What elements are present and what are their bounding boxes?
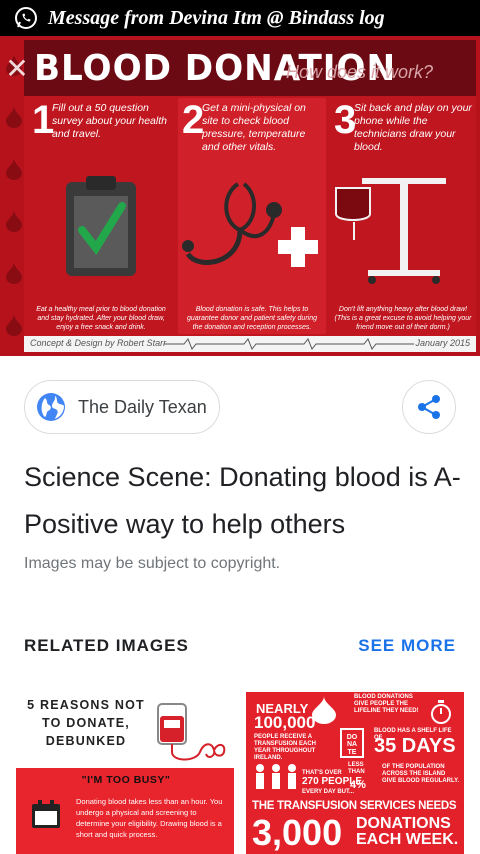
close-icon[interactable]: ✕ (2, 54, 32, 84)
step-2-panel: 2 Get a mini-physical on site to check b… (178, 98, 326, 334)
blood-drop-icon (6, 106, 22, 128)
iv-stand-icon (335, 178, 446, 284)
step-number: 2 (182, 98, 205, 142)
thumb-stat-desc: PEOPLE RECEIVE A TRANSFUSION EACH YEAR T… (254, 734, 317, 761)
calendar-icon (32, 800, 60, 828)
copyright-notice: Images may be subject to copyright. (24, 555, 281, 572)
share-button[interactable] (402, 380, 456, 434)
related-images-heading: RELATED IMAGES (24, 636, 189, 655)
design-date: January 2015 (415, 338, 470, 348)
blood-drop-icon (6, 158, 22, 180)
blood-bag-icon (157, 703, 226, 761)
donate-badge: DO NA TE (340, 728, 364, 758)
step-text: Sit back and play on your phone while th… (354, 102, 472, 153)
thumb-stat-label: EACH WEEK. (356, 831, 459, 848)
infographic-subtitle: How does it work? (286, 62, 434, 82)
heart-drop-icon (312, 696, 336, 724)
stethoscope-icon (182, 182, 318, 267)
thumb-stat-desc: LESS THAN (348, 762, 365, 775)
thumb-stat-desc: OF THE POPULATION ACROSS THE ISLAND GIVE… (382, 764, 460, 784)
source-chip[interactable]: The Daily Texan (24, 380, 220, 434)
step-footer: Don't lift anything heavy after blood dr… (334, 306, 472, 331)
step-number: 3 (334, 98, 357, 142)
thumb-stat-desc: BLOOD DONATIONS GIVE PEOPLE THE LIFELINE… (354, 694, 419, 714)
blood-drop-icon (6, 262, 22, 284)
thumb-stat-label: THE TRANSFUSION SERVICES NEEDS (252, 800, 457, 812)
thumb-stat-value: 3,000 (252, 812, 343, 853)
related-image-thumbnail[interactable]: 5 REASONS NOT TO DONATE, DEBUNKED "I'M T… (16, 684, 234, 854)
source-name: The Daily Texan (78, 396, 207, 417)
clipboard-check-icon (66, 176, 136, 276)
thumb-body: Donating blood takes less than an hour. … (76, 797, 223, 839)
thumb-subtitle: "I'M TOO BUSY" (81, 774, 171, 786)
thumb-stat-value: 100,000 (254, 713, 316, 732)
infographic-title-bar: BLOOD DONATION How does it work? (24, 40, 476, 96)
thumb-red-panel: "I'M TOO BUSY" Donating blood takes less… (16, 768, 234, 854)
infographic: BLOOD DONATION How does it work? 1 Fill … (24, 40, 476, 352)
see-more-link[interactable]: SEE MORE (358, 636, 456, 656)
blood-drop-icon (6, 210, 22, 232)
step-number: 1 (32, 98, 55, 142)
step-text: Fill out a 50 question survey about your… (52, 102, 167, 140)
share-icon (418, 395, 440, 419)
blood-drop-icon (6, 314, 22, 336)
banner-message: Message from Devina Itm @ Bindass log (48, 6, 385, 29)
main-image[interactable]: BLOOD DONATION How does it work? 1 Fill … (0, 36, 480, 356)
thumb-stat-desc: EVERY DAY BUT... (302, 789, 355, 795)
globe-icon (37, 393, 65, 421)
stopwatch-icon (431, 700, 451, 724)
page-title[interactable]: Science Scene: Donating blood is A-Posit… (24, 454, 464, 548)
step-footer: Eat a healthy meal prior to blood donati… (36, 306, 166, 331)
notification-banner[interactable]: Message from Devina Itm @ Bindass log (0, 0, 480, 36)
step-footer: Blood donation is safe. This helps to gu… (187, 306, 317, 331)
step-3-panel: 3 Sit back and play on your phone while … (330, 98, 476, 334)
step-1-panel: 1 Fill out a 50 question survey about yo… (28, 98, 174, 334)
step-text: Get a mini-physical on site to check blo… (202, 102, 306, 153)
thumb-stat-value: 35 DAYS (374, 735, 456, 757)
thumb-stat-value: 4% (350, 779, 366, 791)
heartbeat-line-icon (164, 338, 414, 350)
credit-bar: Concept & Design by Robert Starr January… (24, 336, 476, 352)
related-image-thumbnail[interactable]: NEARLY 100,000 PEOPLE RECEIVE A TRANSFUS… (246, 692, 464, 854)
whatsapp-icon (15, 7, 37, 29)
thumb-title: 5 REASONS NOT TO DONATE, DEBUNKED (27, 698, 145, 748)
design-credit: Concept & Design by Robert Starr (30, 338, 167, 348)
people-icon (256, 764, 296, 789)
